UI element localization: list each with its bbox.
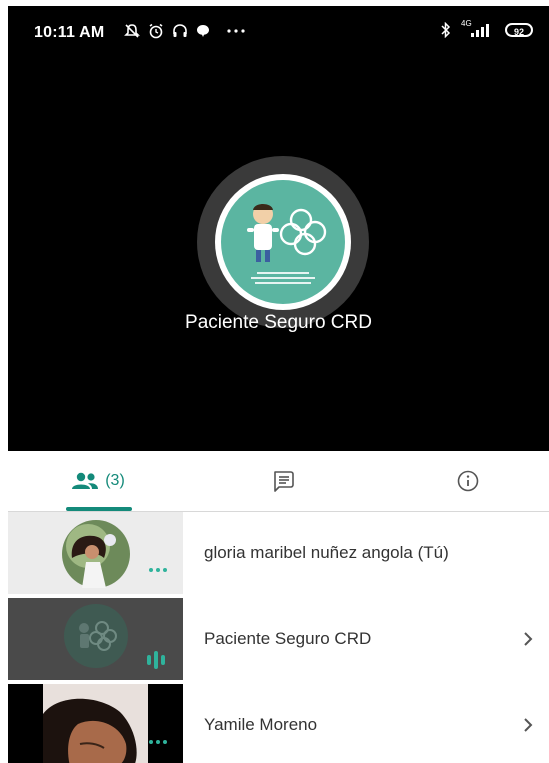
presenter-name: Paciente Seguro CRD — [185, 312, 372, 333]
tab-chat[interactable] — [223, 451, 343, 511]
participant-thumbnail — [8, 684, 183, 763]
status-bar: 10:11 AM 4G 92 — [8, 6, 549, 58]
video-stage[interactable]: 10:11 AM 4G 92 Paciente Seguro CRD — [8, 6, 549, 451]
participant-name: Yamile Moreno — [204, 715, 318, 734]
more-notifications-icon — [227, 29, 245, 33]
chat-icon — [274, 471, 294, 492]
status-notification-icons — [124, 23, 246, 39]
signal-icon: 4G — [461, 19, 495, 38]
participant-row[interactable]: gloria maribel nuñez angola (Tú) — [8, 512, 549, 594]
tab-info[interactable] — [408, 451, 528, 511]
participant-row[interactable]: Paciente Seguro CRD — [8, 598, 549, 680]
chevron-right-icon[interactable] — [521, 710, 535, 740]
battery-icon: 92 — [505, 23, 533, 37]
more-dots-icon — [149, 568, 167, 572]
status-system-icons: 4G 92 — [441, 19, 533, 38]
participant-name: gloria maribel nuñez angola (Tú) — [204, 543, 449, 562]
participant-thumbnail — [8, 512, 183, 594]
speaking-icon — [147, 651, 165, 669]
more-dots-icon — [149, 740, 167, 744]
tab-bar: (3) — [8, 451, 549, 512]
presenter-avatar — [197, 156, 369, 328]
chevron-right-icon[interactable] — [521, 624, 535, 654]
meeting-screen: 10:11 AM 4G 92 Paciente Seguro CRD (3) g… — [8, 6, 549, 763]
participant-count: (3) — [105, 472, 125, 489]
participant-name: Paciente Seguro CRD — [204, 629, 372, 648]
tab-participants[interactable]: (3) — [38, 451, 158, 511]
info-icon — [457, 470, 479, 492]
people-icon — [72, 472, 99, 489]
participant-thumbnail — [8, 598, 183, 680]
alarm-icon — [149, 23, 163, 39]
active-tab-indicator — [66, 507, 132, 511]
notifications-muted-icon — [124, 24, 140, 38]
paciente-seguro-logo — [221, 180, 345, 304]
bluetooth-icon — [441, 22, 451, 38]
headset-icon — [173, 24, 187, 37]
status-time: 10:11 AM — [34, 24, 105, 41]
chat-bubble-icon — [197, 25, 209, 37]
participant-row[interactable]: Yamile Moreno — [8, 684, 549, 763]
